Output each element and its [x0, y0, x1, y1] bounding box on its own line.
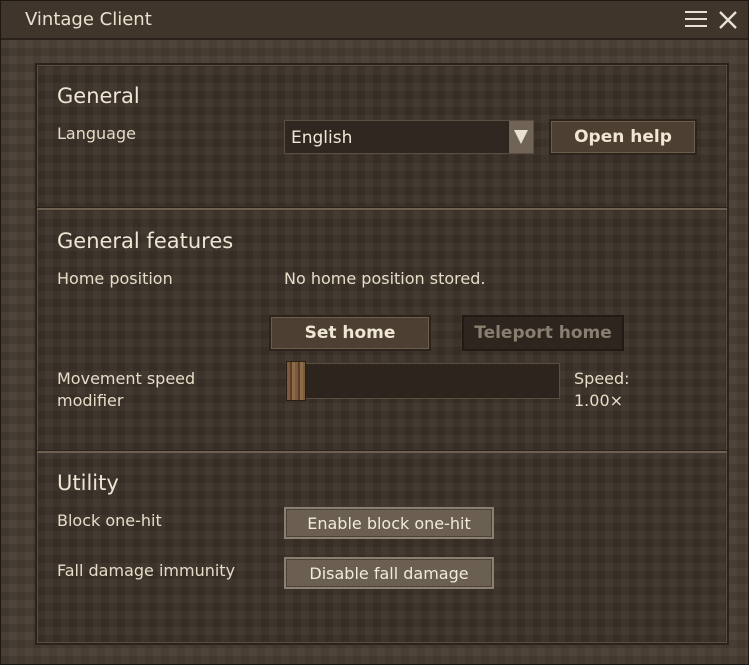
home-position-label: Home position [57, 269, 173, 288]
language-label: Language [57, 124, 136, 143]
section-divider [37, 450, 727, 453]
dropdown-arrow-icon[interactable] [508, 121, 533, 153]
speed-value: 1.00× [574, 391, 624, 410]
section-heading-general: General [57, 84, 140, 108]
open-help-button[interactable]: Open help [549, 119, 697, 155]
set-home-button[interactable]: Set home [269, 315, 431, 351]
title-bar[interactable]: Vintage Client [1, 1, 748, 40]
speed-slider-track[interactable] [286, 363, 560, 399]
section-divider [37, 207, 727, 210]
enable-block-one-hit-button[interactable]: Enable block one-hit [284, 507, 494, 539]
block-one-hit-label: Block one-hit [57, 511, 162, 530]
section-heading-general-features: General features [57, 229, 234, 253]
teleport-home-button[interactable]: Teleport home [462, 315, 624, 351]
language-dropdown[interactable]: English [284, 120, 534, 154]
disable-fall-damage-button[interactable]: Disable fall damage [284, 557, 494, 589]
settings-panel: General Language English Open help Gener… [35, 63, 729, 645]
section-heading-utility: Utility [57, 471, 119, 495]
close-icon[interactable] [717, 9, 739, 31]
window-title: Vintage Client [25, 9, 152, 30]
home-position-value: No home position stored. [284, 269, 486, 288]
movement-speed-label-line2: modifier [57, 391, 124, 410]
hamburger-icon[interactable] [685, 10, 707, 28]
fall-damage-immunity-label: Fall damage immunity [57, 561, 236, 580]
window: Vintage Client General Language English … [0, 0, 749, 665]
speed-caption: Speed: [574, 369, 630, 388]
speed-slider-handle[interactable] [286, 361, 306, 401]
language-value: English [291, 128, 353, 148]
movement-speed-label-line1: Movement speed [57, 369, 196, 388]
